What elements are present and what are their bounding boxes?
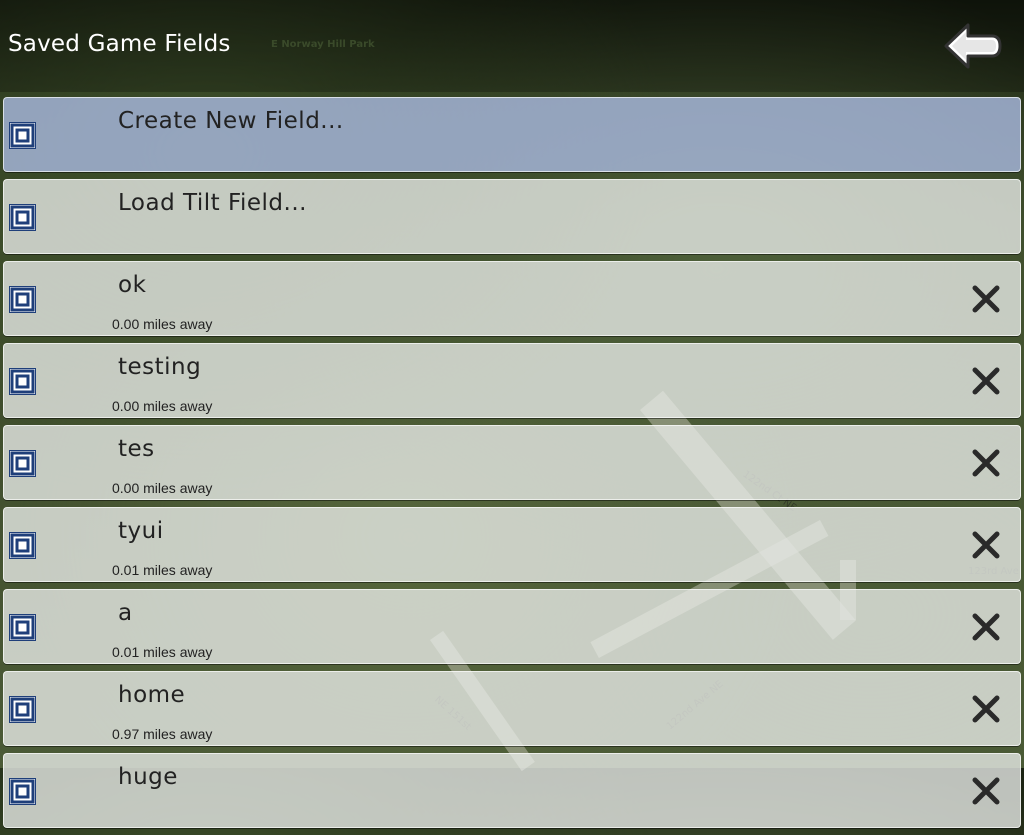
field-list-item[interactable]: testing 0.00 miles away: [3, 343, 1021, 418]
field-name: testing: [118, 354, 202, 380]
field-name: ok: [118, 272, 147, 298]
field-square-icon: [9, 286, 36, 313]
field-list-item[interactable]: home 0.97 miles away: [3, 671, 1021, 746]
field-square-icon: [9, 122, 36, 149]
header-bar: Saved Game Fields E Norway Hill Park: [0, 0, 1024, 92]
field-list-item[interactable]: a 0.01 miles away: [3, 589, 1021, 664]
close-x-icon: [972, 449, 1000, 477]
delete-field-button[interactable]: [970, 365, 1002, 397]
field-square-icon: [9, 696, 36, 723]
close-x-icon: [972, 285, 1000, 313]
field-name: a: [118, 600, 133, 626]
map-park-label: E Norway Hill Park: [271, 39, 375, 50]
field-square-icon: [9, 614, 36, 641]
field-square-icon: [9, 778, 36, 805]
field-distance: 0.00 miles away: [112, 316, 213, 332]
delete-field-button[interactable]: [970, 447, 1002, 479]
page-title: Saved Game Fields: [8, 31, 231, 57]
field-name: tyui: [118, 518, 164, 544]
action-label: Create New Field...: [118, 108, 344, 134]
delete-field-button[interactable]: [970, 611, 1002, 643]
field-name: tes: [118, 436, 155, 462]
action-label: Load Tilt Field...: [118, 190, 307, 216]
field-list-item[interactable]: ok 0.00 miles away: [3, 261, 1021, 336]
field-name: home: [118, 682, 186, 708]
field-distance: 0.01 miles away: [112, 562, 213, 578]
close-x-icon: [972, 367, 1000, 395]
field-distance: 0.00 miles away: [112, 480, 213, 496]
field-distance: 0.97 miles away: [112, 726, 213, 742]
create-new-field-item[interactable]: Create New Field...: [3, 97, 1021, 172]
field-list-item[interactable]: tyui 0.01 miles away: [3, 507, 1021, 582]
delete-field-button[interactable]: [970, 775, 1002, 807]
delete-field-button[interactable]: [970, 693, 1002, 725]
close-x-icon: [972, 695, 1000, 723]
field-distance: 0.01 miles away: [112, 644, 213, 660]
back-button[interactable]: [942, 20, 1004, 72]
field-distance: 0.00 miles away: [112, 398, 213, 414]
back-arrow-icon: [944, 23, 1002, 69]
saved-fields-list: Create New Field... Load Tilt Field... o…: [3, 97, 1021, 835]
field-list-item[interactable]: tes 0.00 miles away: [3, 425, 1021, 500]
field-square-icon: [9, 204, 36, 231]
field-list-item[interactable]: huge: [3, 753, 1021, 828]
field-square-icon: [9, 532, 36, 559]
field-square-icon: [9, 450, 36, 477]
close-x-icon: [972, 777, 1000, 805]
field-square-icon: [9, 368, 36, 395]
close-x-icon: [972, 531, 1000, 559]
close-x-icon: [972, 613, 1000, 641]
delete-field-button[interactable]: [970, 283, 1002, 315]
load-tilt-field-item[interactable]: Load Tilt Field...: [3, 179, 1021, 254]
delete-field-button[interactable]: [970, 529, 1002, 561]
